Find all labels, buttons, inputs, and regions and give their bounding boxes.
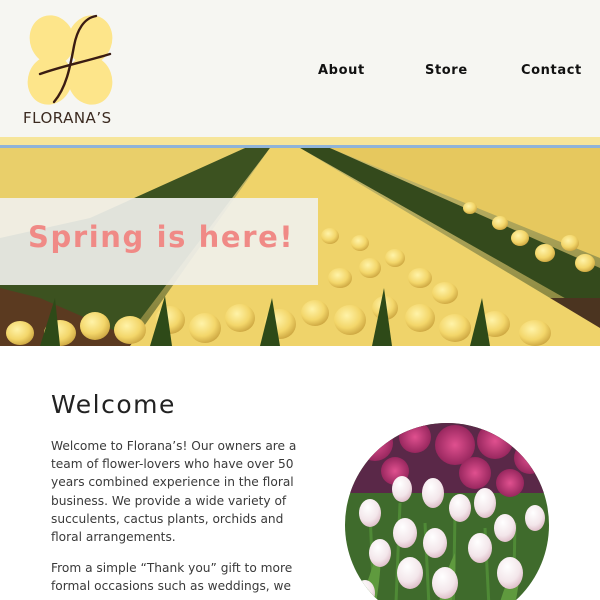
clover-flower-icon[interactable] xyxy=(22,12,118,108)
welcome-title: Welcome xyxy=(51,390,176,419)
nav-contact-link[interactable]: Contact xyxy=(521,63,582,78)
hero-section: Spring is here! xyxy=(0,148,600,346)
brand-name[interactable]: FLORANA’S xyxy=(23,109,112,127)
header-stripe-yellow xyxy=(0,137,600,145)
welcome-paragraph-1: Welcome to Florana’s! Our owners are a t… xyxy=(51,439,297,545)
nav-store-link[interactable]: Store xyxy=(425,63,468,78)
welcome-paragraph-2: From a simple “Thank you” gift to more f… xyxy=(51,561,293,594)
site-header: FLORANA’S About Store Contact xyxy=(0,0,600,137)
hero-headline: Spring is here! xyxy=(28,220,295,254)
nav-about-link[interactable]: About xyxy=(318,63,365,78)
tulips-circle-image xyxy=(345,423,549,600)
